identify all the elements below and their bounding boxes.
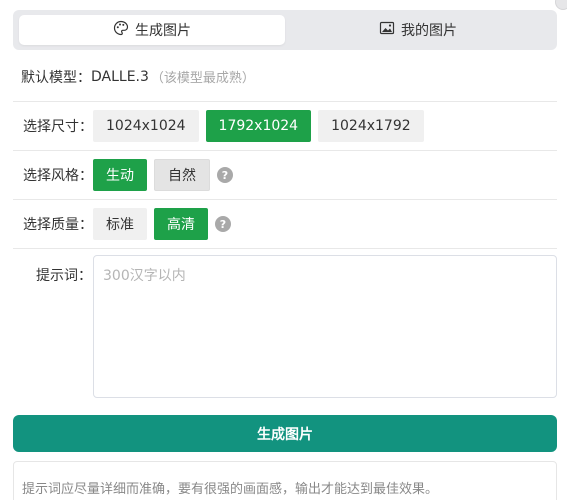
model-row: 默认模型： DALLE.3 （该模型最成熟） bbox=[13, 52, 557, 102]
prompt-label: 提示词： bbox=[36, 268, 92, 284]
size-option-1024x1792[interactable]: 1024x1792 bbox=[318, 110, 424, 142]
quality-help-icon[interactable]: ? bbox=[215, 216, 231, 232]
quality-options: 标准 高清 bbox=[93, 208, 208, 240]
model-value: DALLE.3 bbox=[91, 68, 149, 85]
style-row: 选择风格： 生动 自然 ? bbox=[13, 151, 557, 200]
palette-icon bbox=[113, 20, 129, 40]
prompt-input[interactable] bbox=[93, 255, 557, 398]
image-icon bbox=[379, 20, 395, 40]
quality-option-hd[interactable]: 高清 bbox=[154, 208, 208, 240]
style-label: 选择风格： bbox=[23, 168, 93, 184]
quality-option-standard[interactable]: 标准 bbox=[93, 208, 147, 240]
quality-row: 选择质量： 标准 高清 ? bbox=[13, 200, 557, 249]
prompt-tip: 提示词应尽量详细而准确，要有很强的画面感，输出才能达到最佳效果。 bbox=[13, 461, 557, 500]
style-help-icon[interactable]: ? bbox=[217, 167, 233, 183]
style-options: 生动 自然 bbox=[93, 159, 210, 191]
model-note: （该模型最成熟） bbox=[150, 71, 255, 86]
tab-my-images-label: 我的图片 bbox=[401, 23, 457, 39]
tab-my-images[interactable]: 我的图片 bbox=[285, 15, 551, 45]
size-option-1792x1024[interactable]: 1792x1024 bbox=[205, 110, 312, 142]
quality-label: 选择质量： bbox=[23, 217, 93, 233]
window-corner-button[interactable] bbox=[555, 0, 567, 10]
size-options: 1024x1024 1792x1024 1024x1792 bbox=[93, 110, 424, 142]
style-option-vivid[interactable]: 生动 bbox=[93, 159, 147, 191]
model-label: 默认模型： bbox=[21, 69, 91, 86]
tab-generate-image[interactable]: 生成图片 bbox=[19, 15, 285, 45]
tab-generate-label: 生成图片 bbox=[135, 23, 191, 39]
size-option-1024x1024[interactable]: 1024x1024 bbox=[93, 110, 199, 142]
generate-button[interactable]: 生成图片 bbox=[13, 415, 557, 452]
size-row: 选择尺寸： 1024x1024 1792x1024 1024x1792 bbox=[13, 102, 557, 151]
style-option-natural[interactable]: 自然 bbox=[154, 159, 210, 191]
tab-bar: 生成图片 我的图片 bbox=[13, 10, 557, 50]
size-label: 选择尺寸： bbox=[23, 119, 93, 135]
